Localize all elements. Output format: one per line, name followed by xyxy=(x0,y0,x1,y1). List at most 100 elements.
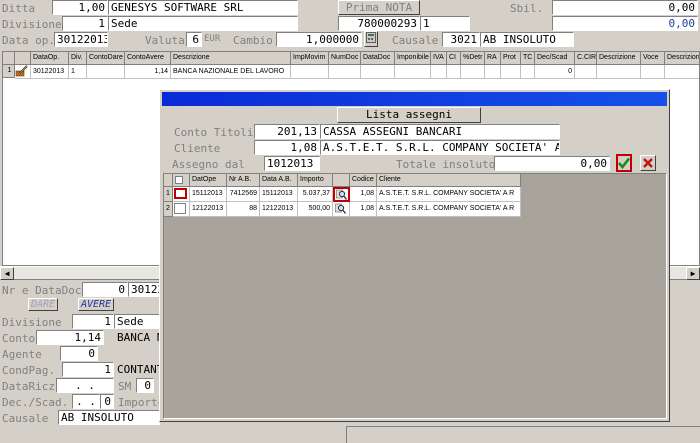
cell-contodare[interactable] xyxy=(87,65,125,79)
cell-dataop[interactable]: 30122013 xyxy=(31,65,69,79)
cambio-field[interactable]: 1,000000 xyxy=(276,32,362,47)
assegni-row-number[interactable]: 1 xyxy=(164,187,173,202)
cell-datadoc[interactable] xyxy=(361,65,395,79)
cell-div[interactable]: 1 xyxy=(69,65,87,79)
cell-tc[interactable] xyxy=(521,65,535,79)
decscad-date-field[interactable]: . . xyxy=(72,394,100,409)
col-header-importo[interactable]: Importo xyxy=(298,174,333,187)
col-header[interactable]: Prot xyxy=(501,52,521,65)
col-header[interactable]: Imponibile xyxy=(395,52,431,65)
cell-descrizione3[interactable] xyxy=(665,65,699,79)
sm-field[interactable]: 0 xyxy=(136,378,154,393)
col-header-datope[interactable]: DatOpe xyxy=(190,174,227,187)
col-header-cliente[interactable]: Cliente xyxy=(377,174,521,187)
col-header[interactable]: NumDoc xyxy=(329,52,361,65)
cell-datope[interactable]: 12122013 xyxy=(190,202,227,217)
scroll-right-button[interactable]: ▶ xyxy=(686,267,700,280)
prima-nota-button[interactable]: Prima NOTA xyxy=(338,0,420,15)
valuta-field[interactable]: 6 xyxy=(186,32,202,47)
cell-ci[interactable] xyxy=(447,65,461,79)
dataop-field[interactable]: 30122013 xyxy=(54,32,108,47)
col-header[interactable]: DataOp. xyxy=(31,52,69,65)
row-edit-cell[interactable] xyxy=(15,65,31,79)
col-header-lookup[interactable] xyxy=(333,174,350,187)
cell-detr[interactable] xyxy=(461,65,485,79)
lower-causale-field[interactable]: AB INSOLUTO xyxy=(58,410,160,425)
cell-prot[interactable] xyxy=(501,65,521,79)
assegni-row-select[interactable] xyxy=(173,187,190,202)
conto-code-field[interactable]: 1,14 xyxy=(36,330,104,345)
cell-descrizione2[interactable] xyxy=(597,65,641,79)
scroll-left-button[interactable]: ◀ xyxy=(0,267,14,280)
col-header[interactable]: ContoDare xyxy=(87,52,125,65)
lista-assegni-button[interactable]: Lista assegni xyxy=(337,107,481,123)
dialog-title-bar[interactable] xyxy=(162,92,667,106)
cell-importo[interactable]: 5.037,37 xyxy=(298,187,333,202)
divisione-code-field[interactable]: 1 xyxy=(62,16,108,31)
col-header[interactable]: Descrizione xyxy=(171,52,291,65)
nr-field[interactable]: 0 xyxy=(82,282,128,297)
col-header-select[interactable] xyxy=(173,174,190,187)
col-header[interactable]: IVA xyxy=(431,52,447,65)
cancel-button[interactable] xyxy=(640,155,656,171)
row-checkbox[interactable] xyxy=(174,188,187,199)
col-header[interactable]: Descrizion xyxy=(665,52,699,65)
cell-nrab[interactable]: 7412569 xyxy=(227,187,260,202)
col-header[interactable]: %Detr xyxy=(461,52,485,65)
cell-importo[interactable]: 500,00 xyxy=(298,202,333,217)
ditta-code-field[interactable]: 1,00 xyxy=(52,0,108,15)
assegno-dal-field[interactable]: 1012013 xyxy=(264,156,320,171)
row-checkbox[interactable] xyxy=(174,203,186,214)
lookup-button[interactable] xyxy=(333,187,350,202)
cell-codice[interactable]: 1,08 xyxy=(350,187,377,202)
row-number[interactable]: 1 xyxy=(3,65,15,78)
dare-button[interactable]: DARE xyxy=(28,298,58,311)
condpag-code-field[interactable]: 1 xyxy=(62,362,114,377)
cell-iva[interactable] xyxy=(431,65,447,79)
assegni-row-number[interactable]: 2 xyxy=(164,202,173,217)
col-header[interactable]: ImpMovim xyxy=(291,52,329,65)
col-header[interactable]: Voce xyxy=(641,52,665,65)
cell-voce[interactable] xyxy=(641,65,665,79)
cell-codice[interactable]: 1,08 xyxy=(350,202,377,217)
col-header[interactable]: CI xyxy=(447,52,461,65)
col-header-nrab[interactable]: Nr A.B. xyxy=(227,174,260,187)
cell-ccir[interactable] xyxy=(575,65,597,79)
cell-imponibile[interactable] xyxy=(395,65,431,79)
cell-impmovim[interactable] xyxy=(291,65,329,79)
cell-datope[interactable]: 15112013 xyxy=(190,187,227,202)
col-header[interactable]: Div. xyxy=(69,52,87,65)
cell-ra[interactable] xyxy=(485,65,501,79)
col-header[interactable]: DataDoc xyxy=(361,52,395,65)
calculator-button[interactable] xyxy=(364,31,378,47)
cell-contoavere[interactable]: 1,14 xyxy=(125,65,171,79)
agente-field[interactable]: 0 xyxy=(60,346,98,361)
select-all-checkbox[interactable] xyxy=(175,176,183,184)
cell-numdoc[interactable] xyxy=(329,65,361,79)
lookup-button[interactable] xyxy=(333,202,350,217)
dataricz-field[interactable]: . . xyxy=(56,378,114,393)
lower-divisione-code-field[interactable]: 1 xyxy=(72,314,114,329)
col-header-codice[interactable]: Codice xyxy=(350,174,377,187)
datadoc-field[interactable]: 30122 xyxy=(128,282,160,297)
col-header[interactable]: Dec/Scad xyxy=(535,52,575,65)
cell-decscad[interactable]: 0 xyxy=(535,65,575,79)
col-header[interactable]: TC xyxy=(521,52,535,65)
cell-descrizione[interactable]: BANCA NAZIONALE DEL LAVORO xyxy=(171,65,291,79)
assegni-row-select[interactable] xyxy=(173,202,190,217)
avere-button[interactable]: AVERE xyxy=(78,298,114,311)
confirm-button[interactable] xyxy=(616,154,632,172)
conto-titoli-code-field[interactable]: 201,13 xyxy=(254,124,320,139)
cell-cliente[interactable]: A.S.T.E.T. S.R.L. COMPANY SOCIETA' A R xyxy=(377,202,521,217)
col-header[interactable]: Descrizione xyxy=(597,52,641,65)
cliente-code-field[interactable]: 1,08 xyxy=(254,140,320,155)
cell-dataab[interactable]: 12122013 xyxy=(260,202,298,217)
decscad-num-field[interactable]: 0 xyxy=(100,394,114,409)
col-header[interactable]: C.CIR xyxy=(575,52,597,65)
col-header[interactable]: RA xyxy=(485,52,501,65)
col-header-dataab[interactable]: Data A.B. xyxy=(260,174,298,187)
col-header[interactable]: ContoAvere xyxy=(125,52,171,65)
causale-code-field[interactable]: 3021 xyxy=(442,32,480,47)
assegni-grid[interactable]: DatOpe Nr A.B. Data A.B. Importo Codice … xyxy=(163,173,667,419)
cell-dataab[interactable]: 15112013 xyxy=(260,187,298,202)
